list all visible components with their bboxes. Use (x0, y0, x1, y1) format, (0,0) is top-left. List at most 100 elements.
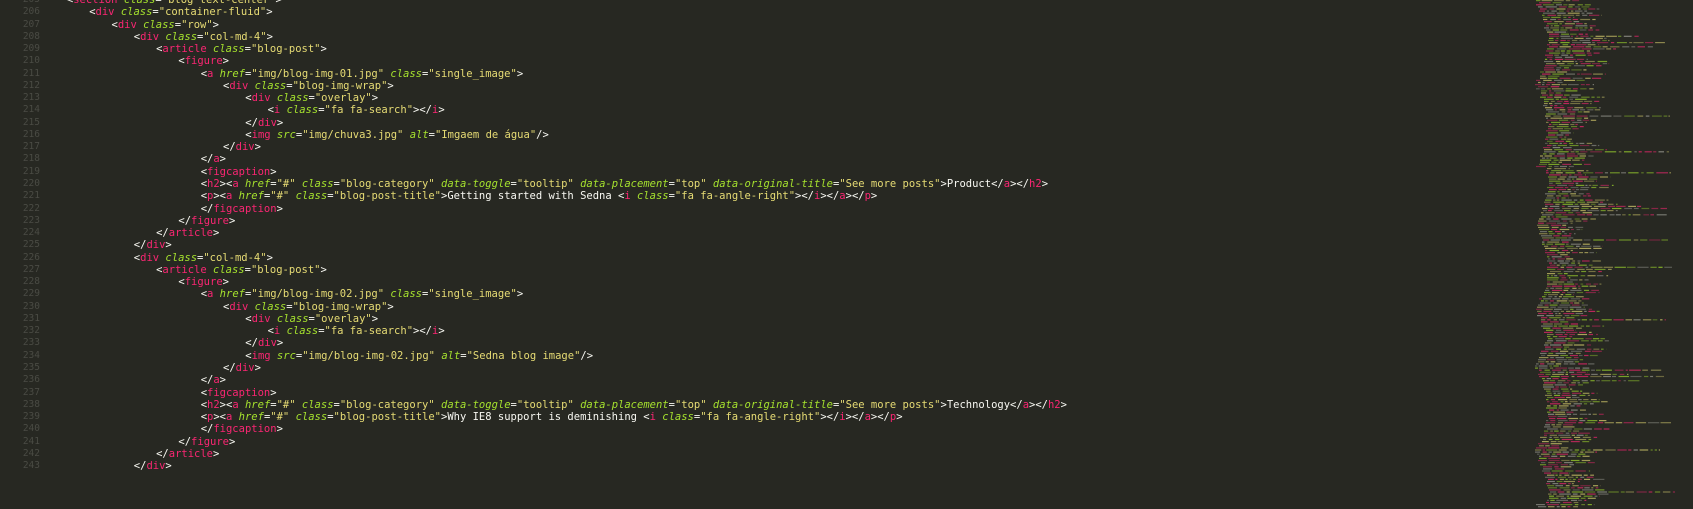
code-line[interactable]: 226 <div class="col-md-4"> (0, 252, 1530, 264)
code-line[interactable]: 210 <figure> (0, 55, 1530, 67)
code-line[interactable]: 230 <div class="blog-img-wrap"> (0, 301, 1530, 313)
code-line[interactable]: 234 <img src="img/blog-img-02.jpg" alt="S… (0, 350, 1530, 362)
minimap-token (1552, 258, 1555, 260)
minimap-token (1542, 84, 1545, 86)
minimap[interactable] (1530, 0, 1693, 509)
minimap-token (1577, 4, 1583, 6)
code-line[interactable]: 229 <a href="img/blog-img-02.jpg" class="… (0, 288, 1530, 300)
minimap-token (1575, 151, 1579, 153)
minimap-token (1589, 25, 1596, 27)
minimap-token (1668, 115, 1670, 117)
code-line[interactable]: 209 <article class="blog-post"> (0, 43, 1530, 55)
minimap-token (1562, 203, 1574, 205)
code-line[interactable]: 208 <div class="col-md-4"> (0, 31, 1530, 43)
code-editor[interactable]: 205<section class="blog text-center">206… (0, 0, 1693, 509)
code-line[interactable]: 212 <div class="blog-img-wrap"> (0, 80, 1530, 92)
minimap-token (1554, 155, 1566, 157)
code-line[interactable]: 233 </div> (0, 337, 1530, 349)
minimap-token (1542, 207, 1548, 210)
minimap-token (1569, 464, 1574, 466)
minimap-token (1552, 2, 1562, 4)
minimap-token (1618, 380, 1621, 382)
code-line[interactable]: 231 <div class="overlay"> (0, 313, 1530, 325)
minimap-token (1548, 134, 1556, 136)
code-line[interactable]: 239 <p><a href="#" class="blog-post-title… (0, 411, 1530, 423)
code-token: "blog-img-wrap" (292, 79, 388, 92)
minimap-token (1546, 136, 1558, 138)
minimap-token (1550, 441, 1557, 443)
minimap-token (1546, 157, 1549, 159)
minimap-token (1579, 144, 1590, 147)
code-token: class (276, 312, 309, 325)
code-line[interactable]: 213 <div class="overlay"> (0, 92, 1530, 104)
minimap-token (1601, 380, 1611, 382)
code-line[interactable]: 237 <figcaption> (0, 387, 1530, 399)
minimap-token (1545, 212, 1555, 214)
code-line[interactable]: 206 <div class="container-fluid"> (0, 6, 1530, 18)
minimap-token (1551, 445, 1559, 447)
code-line[interactable]: 236 </a> (0, 374, 1530, 386)
code-line[interactable]: 217 </div> (0, 141, 1530, 153)
minimap-token (1579, 359, 1584, 361)
minimap-token (1650, 369, 1662, 371)
minimap-token (1561, 378, 1568, 380)
code-line[interactable]: 218 </a> (0, 153, 1530, 165)
minimap-token (1617, 449, 1627, 451)
minimap-preview[interactable] (1530, 0, 1693, 509)
minimap-token (1552, 88, 1564, 90)
minimap-token (1576, 434, 1584, 436)
minimap-token (1582, 392, 1590, 394)
minimap-token (1585, 174, 1586, 176)
minimap-token (1548, 478, 1554, 480)
minimap-token (1566, 317, 1575, 319)
code-line[interactable]: 223 </figure> (0, 215, 1530, 227)
code-line[interactable]: 238 <h2><a href="#" class="blog-category"… (0, 399, 1530, 411)
minimap-token (1658, 266, 1663, 268)
minimap-token (1576, 44, 1587, 46)
code-line[interactable]: 235 </div> (0, 362, 1530, 374)
minimap-token (1561, 394, 1571, 396)
code-token: h2 (1047, 398, 1061, 411)
minimap-token (1546, 329, 1554, 331)
code-line[interactable]: 220 <h2><a href="#" class="blog-category"… (0, 178, 1530, 190)
code-line[interactable]: 207 <div class="row"> (0, 19, 1530, 31)
code-line[interactable]: 241 </figure> (0, 436, 1530, 448)
minimap-token (1588, 308, 1593, 310)
code-line[interactable]: 227 <article class="blog-post"> (0, 264, 1530, 276)
minimap-token (1551, 228, 1558, 231)
code-line[interactable]: 221 <p><a href="#" class="blog-post-title… (0, 190, 1530, 202)
minimap-token (1608, 205, 1616, 207)
minimap-token (1547, 260, 1556, 262)
code-token: </ (223, 141, 236, 154)
minimap-token (1568, 48, 1581, 50)
code-line[interactable]: 222 </figcaption> (0, 203, 1530, 215)
code-line[interactable]: 224 </article> (0, 227, 1530, 239)
minimap-token (1562, 220, 1567, 222)
code-line[interactable]: 216 <img src="img/chuva3.jpg" alt="Imgaem… (0, 129, 1530, 141)
code-line[interactable]: 232 <i class="fa fa-search"></i> (0, 325, 1530, 337)
minimap-token (1547, 241, 1560, 243)
code-line[interactable]: 219 <figcaption> (0, 166, 1530, 178)
code-line[interactable]: 242 </article> (0, 448, 1530, 460)
code-line[interactable]: 243 </div> (0, 460, 1530, 472)
code-line[interactable]: 240 </figcaption> (0, 423, 1530, 435)
code-line[interactable]: 225 </div> (0, 239, 1530, 251)
minimap-token (1539, 10, 1545, 12)
minimap-token (1556, 432, 1564, 434)
code-line[interactable]: 214 <i class="fa fa-search"></i> (0, 104, 1530, 116)
code-line[interactable]: 228 <figure> (0, 276, 1530, 288)
minimap-token (1584, 434, 1588, 436)
minimap-token (1545, 205, 1548, 207)
minimap-token (1549, 249, 1560, 252)
minimap-token (1642, 319, 1652, 321)
minimap-token (1586, 50, 1590, 52)
minimap-token (1581, 12, 1585, 14)
minimap-token (1557, 382, 1563, 384)
minimap-token (1554, 94, 1563, 96)
minimap-token (1549, 459, 1560, 462)
code-line[interactable]: 211 <a href="img/blog-img-01.jpg" class="… (0, 68, 1530, 80)
code-line[interactable]: 215 </div> (0, 117, 1530, 129)
code-area[interactable]: 205<section class="blog text-center">206… (0, 0, 1530, 472)
code-token: "overlay" (314, 312, 372, 325)
minimap-token (1593, 214, 1599, 216)
